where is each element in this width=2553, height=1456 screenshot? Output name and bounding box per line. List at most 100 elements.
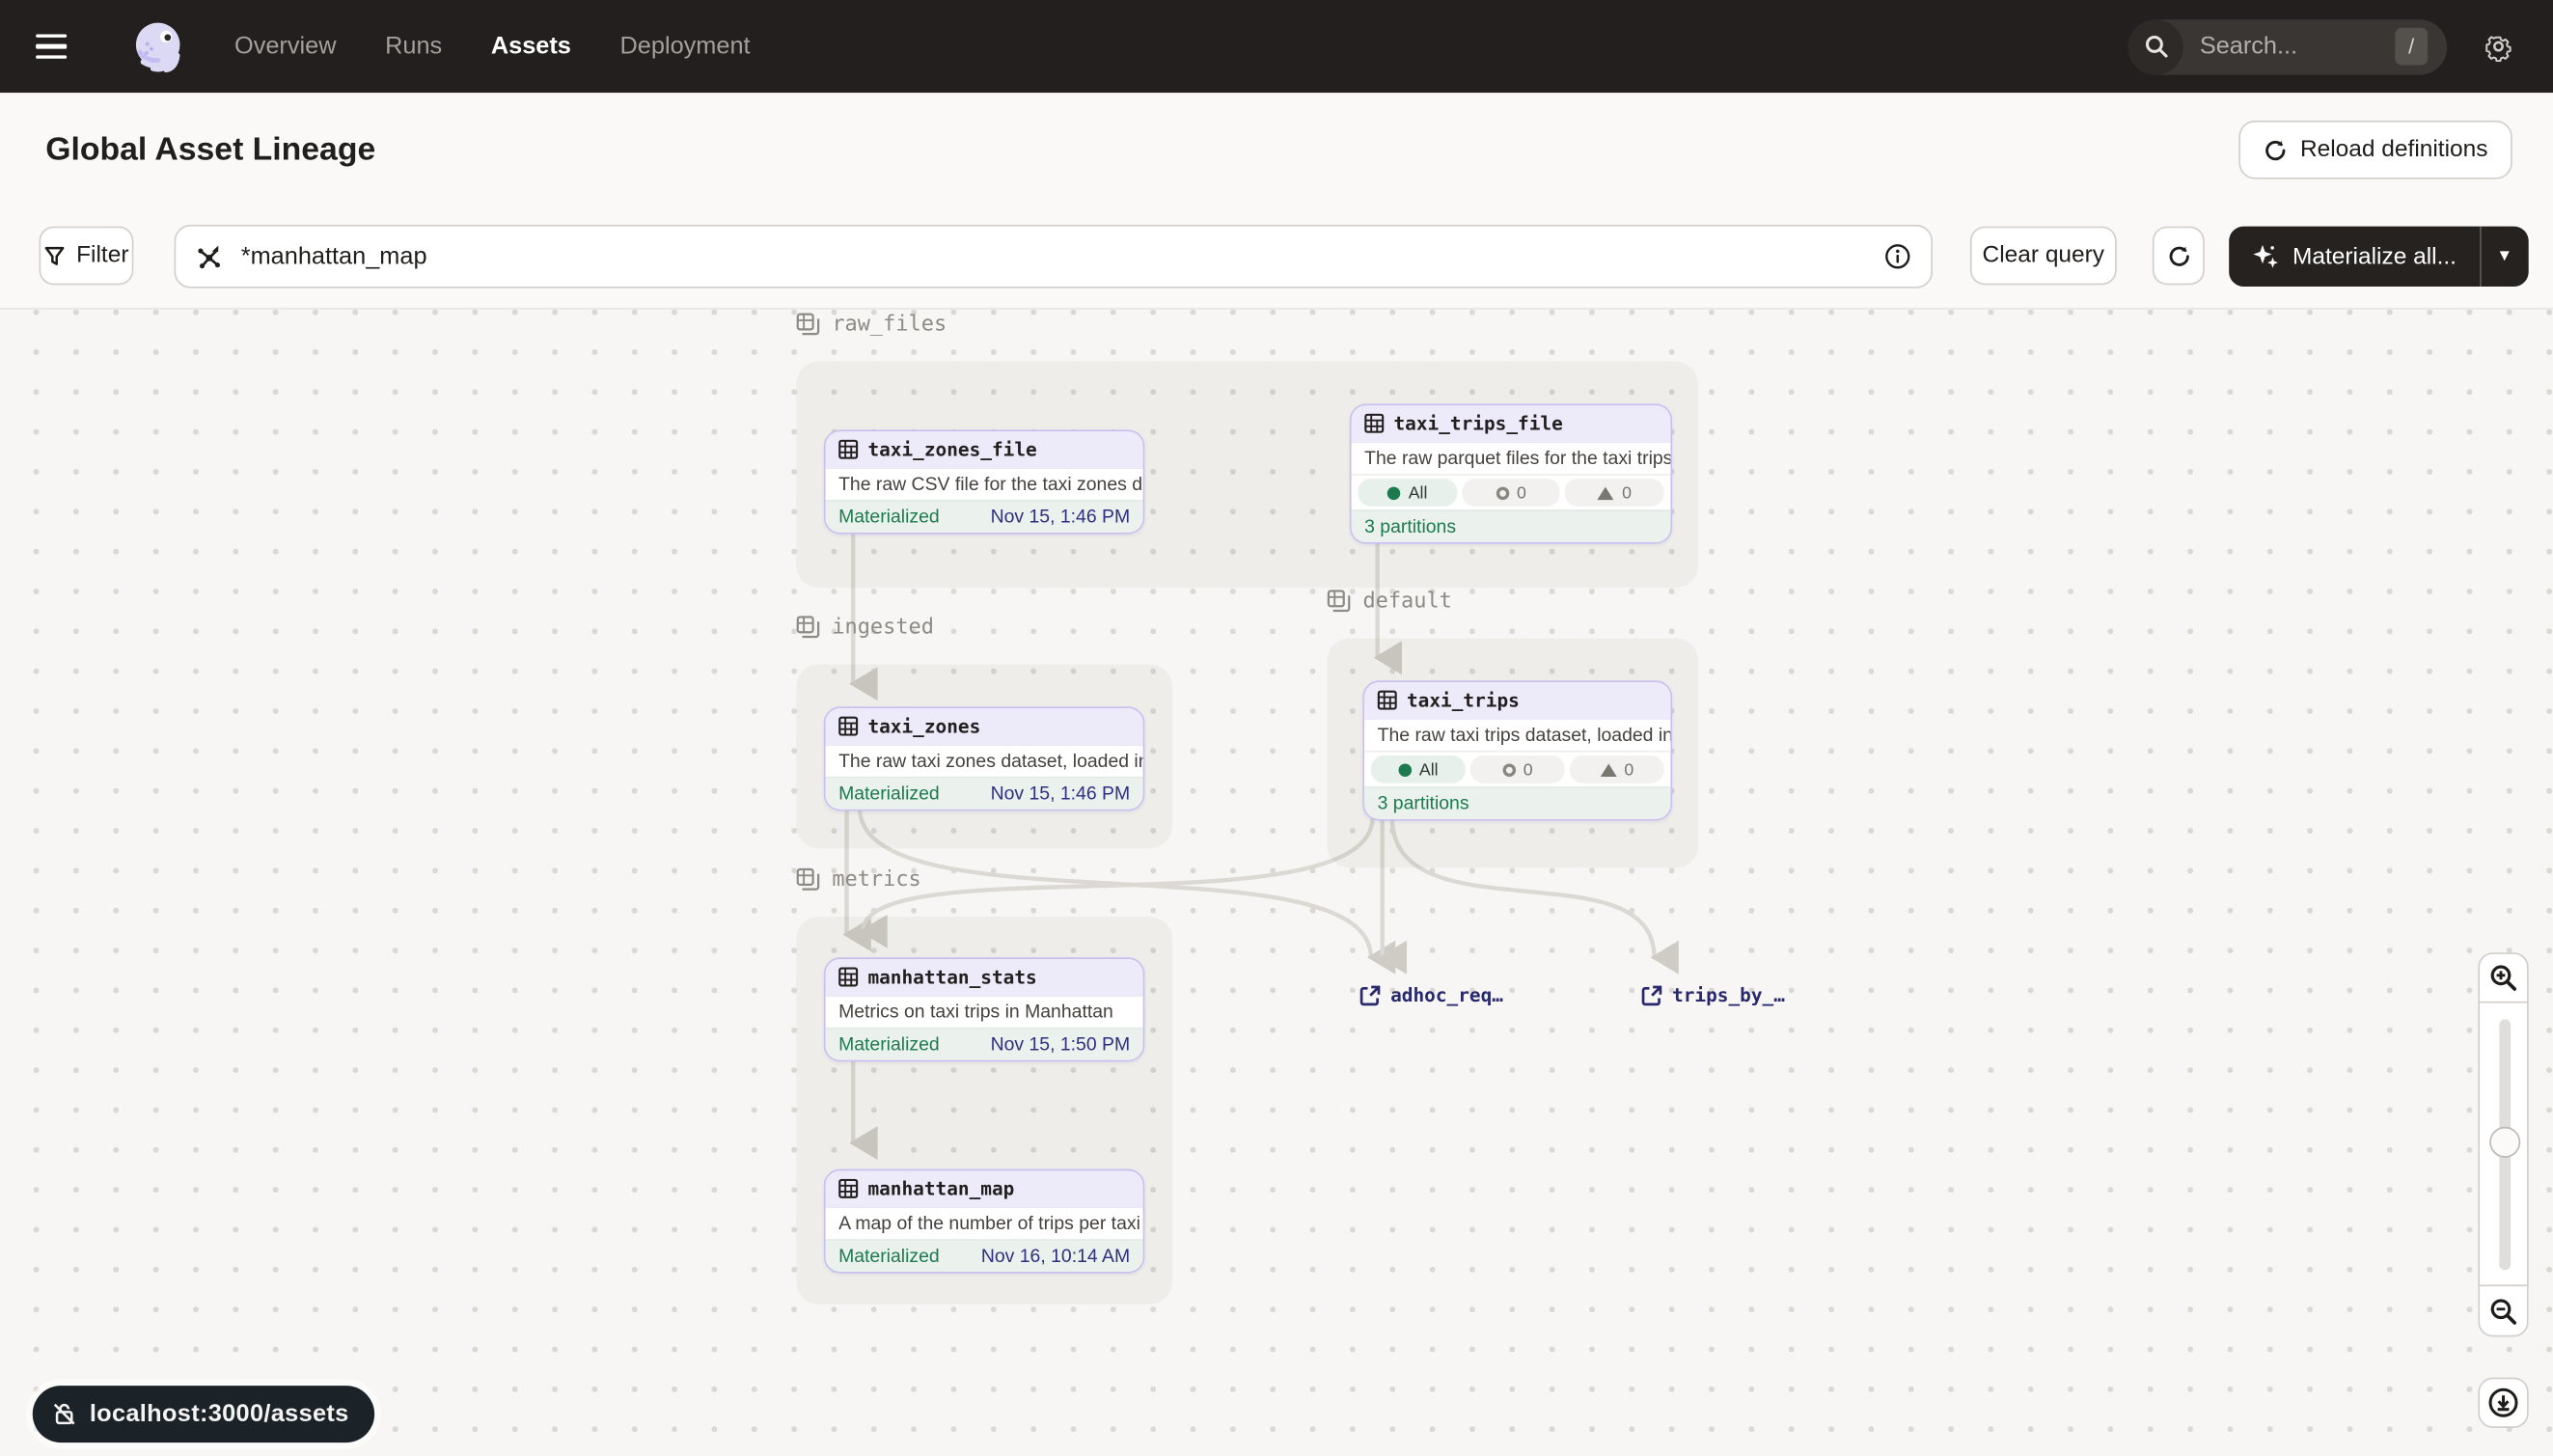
top-nav-bar: Overview Runs Assets Deployment /: [0, 0, 2553, 93]
table-icon: [838, 1179, 858, 1198]
reload-label: Reload definitions: [2300, 137, 2488, 163]
asset-status: Materialized: [838, 1247, 940, 1266]
zoom-out-button[interactable]: [2478, 1286, 2528, 1336]
download-graph-button[interactable]: [2478, 1378, 2528, 1428]
asset-node-taxi-zones-file[interactable]: taxi_zones_file The raw CSV file for the…: [824, 430, 1144, 535]
zoom-in-button[interactable]: [2478, 952, 2528, 1003]
asset-node-taxi-trips[interactable]: taxi_trips The raw taxi trips dataset, l…: [1362, 680, 1672, 820]
asset-description: The raw taxi zones dataset, loaded int..…: [826, 744, 1143, 777]
external-asset-label: trips_by_…: [1672, 983, 1785, 1006]
refresh-icon: [2166, 243, 2190, 267]
lineage-canvas[interactable]: raw_files ingested default metrics taxi_…: [0, 310, 2553, 1456]
search-shortcut-badge: /: [2395, 28, 2428, 66]
zoom-slider-thumb[interactable]: [2489, 1127, 2520, 1158]
asset-node-manhattan-stats[interactable]: manhattan_stats Metrics on taxi trips in…: [824, 957, 1144, 1061]
materialize-all-button[interactable]: Materialize all... ▼: [2229, 227, 2528, 287]
partition-pill-materialized[interactable]: All: [1371, 755, 1466, 783]
zoom-in-icon: [2489, 964, 2517, 992]
dagster-logo-icon[interactable]: [127, 15, 189, 77]
asset-status: Materialized: [838, 1034, 940, 1054]
settings-gear-icon[interactable]: [2483, 31, 2513, 62]
asset-name: taxi_zones: [867, 715, 980, 738]
search-icon: [2128, 18, 2183, 73]
group-label-ingested[interactable]: ingested: [796, 616, 934, 640]
asset-timestamp: Nov 16, 10:14 AM: [981, 1247, 1130, 1266]
zoom-controls: [2478, 952, 2528, 1336]
asset-timestamp: Nov 15, 1:46 PM: [991, 784, 1131, 804]
nav-tab-assets[interactable]: Assets: [491, 33, 571, 61]
nav-tab-overview[interactable]: Overview: [234, 33, 336, 61]
partition-pill-failed[interactable]: 0: [1462, 479, 1560, 507]
external-link-icon: [1359, 984, 1381, 1005]
group-label-raw-files[interactable]: raw_files: [796, 313, 947, 337]
partitions-count: 3 partitions: [1378, 794, 1469, 813]
global-search[interactable]: /: [2128, 18, 2448, 73]
reload-icon: [2263, 138, 2287, 162]
refresh-graph-button[interactable]: [2153, 227, 2205, 286]
materialize-dropdown-caret[interactable]: ▼: [2480, 227, 2529, 287]
filter-button[interactable]: Filter: [40, 227, 134, 286]
group-name: ingested: [832, 616, 934, 640]
group-name: metrics: [832, 867, 920, 892]
asset-name: manhattan_stats: [867, 966, 1036, 989]
triangle-icon: [1598, 486, 1614, 500]
table-icon: [1364, 414, 1384, 433]
asset-description: A map of the number of trips per taxi z.…: [826, 1206, 1143, 1239]
external-asset-trips-by-week[interactable]: trips_by_…: [1641, 983, 1785, 1006]
group-stack-icon: [796, 313, 820, 337]
asset-graph-icon: [196, 242, 224, 270]
partition-pill-overdue[interactable]: 0: [1570, 755, 1664, 783]
asset-node-manhattan-map[interactable]: manhattan_map A map of the number of tri…: [824, 1169, 1144, 1274]
lineage-toolbar: Filter Clear query: [0, 206, 2553, 309]
reload-definitions-button[interactable]: Reload definitions: [2238, 121, 2512, 179]
asset-name: taxi_trips_file: [1394, 412, 1563, 435]
group-label-metrics[interactable]: metrics: [796, 867, 921, 892]
nav-tab-deployment[interactable]: Deployment: [620, 33, 751, 61]
asset-timestamp: Nov 15, 1:46 PM: [991, 508, 1131, 527]
asset-node-taxi-zones[interactable]: taxi_zones The raw taxi zones dataset, l…: [824, 706, 1144, 810]
partition-pill-overdue[interactable]: 0: [1565, 479, 1663, 507]
asset-description: Metrics on taxi trips in Manhattan: [826, 995, 1143, 1028]
external-link-icon: [1641, 984, 1662, 1005]
group-stack-icon: [796, 616, 820, 640]
query-info-icon[interactable]: [1883, 242, 1911, 270]
filter-label: Filter: [76, 242, 128, 268]
asset-name: taxi_zones_file: [867, 438, 1036, 461]
primary-nav: Overview Runs Assets Deployment: [234, 33, 751, 61]
app-window: Overview Runs Assets Deployment / Global…: [0, 0, 2553, 1456]
group-stack-icon: [796, 867, 820, 892]
asset-node-taxi-trips-file[interactable]: taxi_trips_file The raw parquet files fo…: [1350, 404, 1672, 544]
group-label-default[interactable]: default: [1327, 590, 1452, 614]
asset-selection-value[interactable]: [237, 241, 1883, 272]
materialize-all-label: Materialize all...: [2292, 243, 2457, 269]
table-icon: [1378, 691, 1397, 710]
table-icon: [838, 717, 858, 736]
clear-query-button[interactable]: Clear query: [1970, 227, 2117, 286]
url-text: localhost:3000/assets: [90, 1400, 349, 1428]
external-asset-label: adhoc_req…: [1390, 983, 1503, 1006]
asset-status: Materialized: [838, 784, 940, 804]
filter-funnel-icon: [43, 245, 65, 266]
partitions-count: 3 partitions: [1364, 517, 1456, 536]
partition-pill-materialized[interactable]: All: [1358, 479, 1456, 507]
zoom-out-icon: [2489, 1297, 2517, 1325]
external-asset-adhoc-request[interactable]: adhoc_req…: [1359, 983, 1503, 1006]
ring-icon: [1502, 763, 1516, 777]
asset-description: The raw CSV file for the taxi zones dat.…: [826, 467, 1143, 500]
asset-selection-input[interactable]: [175, 225, 1934, 288]
partition-pill-failed[interactable]: 0: [1470, 755, 1565, 783]
asset-timestamp: Nov 15, 1:50 PM: [991, 1034, 1131, 1054]
group-name: raw_files: [832, 313, 947, 337]
materialize-all-main[interactable]: Materialize all...: [2229, 227, 2479, 287]
hamburger-menu-icon[interactable]: [36, 29, 85, 65]
materialized-dot-icon: [1398, 763, 1412, 777]
group-stack-icon: [1327, 590, 1351, 614]
browser-url-overlay: localhost:3000/assets: [33, 1386, 375, 1442]
nav-tab-runs[interactable]: Runs: [385, 33, 442, 61]
zoom-slider[interactable]: [2478, 1003, 2528, 1287]
materialized-dot-icon: [1387, 486, 1401, 500]
search-input[interactable]: [2196, 31, 2359, 62]
table-icon: [838, 440, 858, 459]
page-title: Global Asset Lineage: [45, 131, 375, 169]
insecure-lock-icon: [52, 1402, 76, 1426]
